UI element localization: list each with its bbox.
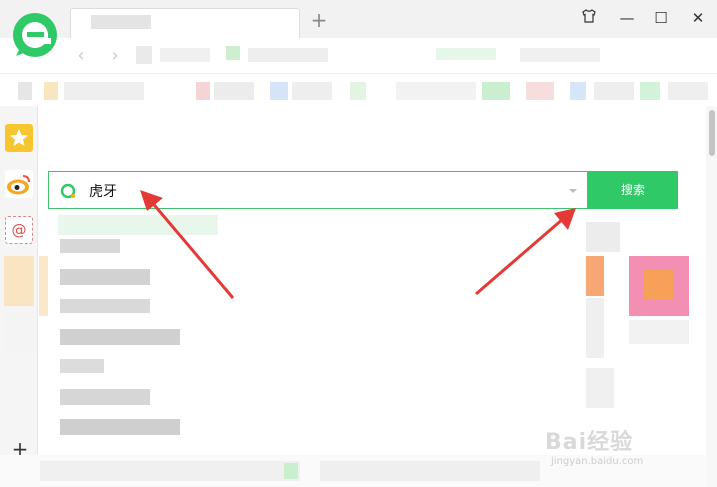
minimize-button[interactable]: — (616, 8, 638, 28)
mail-icon: @ (12, 221, 27, 239)
new-tab-button[interactable]: + (309, 10, 329, 30)
bookmark-blur-4 (196, 82, 210, 100)
favorites-button[interactable] (5, 124, 33, 152)
list-item[interactable] (60, 329, 180, 345)
bookmark-blur-7 (292, 82, 332, 100)
bookmarks-bar (0, 74, 717, 106)
bookmark-blur-9 (396, 82, 476, 100)
bookmark-blur-10 (482, 82, 510, 100)
footer-blur-1 (40, 461, 300, 481)
suggestion-list (48, 209, 586, 445)
search-engine-icon (60, 183, 76, 199)
sidebar-blur-1 (4, 256, 34, 306)
skin-button[interactable] (578, 8, 600, 28)
bookmark-blur-15 (668, 82, 708, 100)
watermark-brand: Bai经验 (545, 430, 634, 455)
maximize-button[interactable]: ☐ (650, 8, 672, 28)
content-blur-6 (643, 270, 673, 300)
weibo-icon (7, 175, 30, 195)
star-icon (10, 129, 28, 146)
list-item[interactable] (58, 215, 218, 235)
search-input[interactable] (85, 179, 545, 203)
search-button[interactable]: 搜索 (588, 171, 678, 209)
tab-title-blur (91, 15, 151, 29)
scrollbar-thumb[interactable] (709, 110, 715, 156)
list-item[interactable] (60, 419, 180, 435)
weibo-button[interactable] (5, 170, 33, 198)
svg-text:@: @ (12, 221, 27, 239)
reload-blur (136, 46, 152, 64)
list-item[interactable] (60, 359, 104, 373)
bookmark-blur-3 (64, 82, 144, 100)
bookmark-blur-1 (18, 82, 32, 100)
nav-blur-3 (248, 48, 328, 62)
nav-blur-2 (226, 46, 240, 60)
browser-logo-icon (13, 13, 57, 57)
content-blur-4 (584, 298, 604, 358)
nav-blur-5 (520, 48, 600, 62)
list-item[interactable] (60, 239, 120, 253)
back-button[interactable]: ‹ (72, 46, 90, 66)
watermark: Bai经验 jingyan.baidu.com (545, 424, 705, 480)
footer-blur-3 (320, 461, 540, 481)
bookmark-blur-6 (270, 82, 288, 100)
navigation-bar: ‹ › (0, 38, 717, 74)
footer-blur-2 (284, 463, 298, 479)
content-blur-8 (584, 368, 614, 408)
vertical-scrollbar[interactable] (706, 106, 717, 487)
bookmark-blur-12 (570, 82, 586, 100)
browser-tab[interactable] (70, 8, 300, 38)
content-blur-2 (584, 222, 620, 252)
bookmark-blur-11 (526, 82, 554, 100)
content-blur-7 (629, 320, 689, 344)
forward-button[interactable]: › (106, 46, 124, 66)
browser-window: + — ☐ ✕ ‹ › @ + 虎牙 搜索 Bai经验 jingyan.baid… (0, 0, 717, 487)
sidebar: @ (0, 106, 38, 487)
list-item[interactable] (60, 389, 150, 405)
nav-blur-4 (436, 48, 496, 60)
bookmark-blur-8 (350, 82, 366, 100)
chevron-down-icon[interactable] (567, 185, 579, 197)
list-item[interactable] (60, 299, 150, 313)
search-box (48, 171, 588, 209)
bookmark-blur-13 (594, 82, 634, 100)
bookmark-blur-14 (640, 82, 660, 100)
bookmark-blur-2 (44, 82, 58, 100)
title-bar: + — ☐ ✕ (0, 0, 717, 38)
watermark-url: jingyan.baidu.com (551, 456, 644, 467)
nav-blur-1 (160, 48, 210, 62)
shirt-icon (582, 9, 596, 23)
sidebar-blur-2 (4, 311, 34, 351)
content-blur-3 (584, 256, 604, 296)
mail-button[interactable]: @ (5, 216, 33, 244)
close-button[interactable]: ✕ (687, 8, 709, 28)
bookmark-blur-5 (214, 82, 254, 100)
list-item[interactable] (60, 269, 150, 285)
